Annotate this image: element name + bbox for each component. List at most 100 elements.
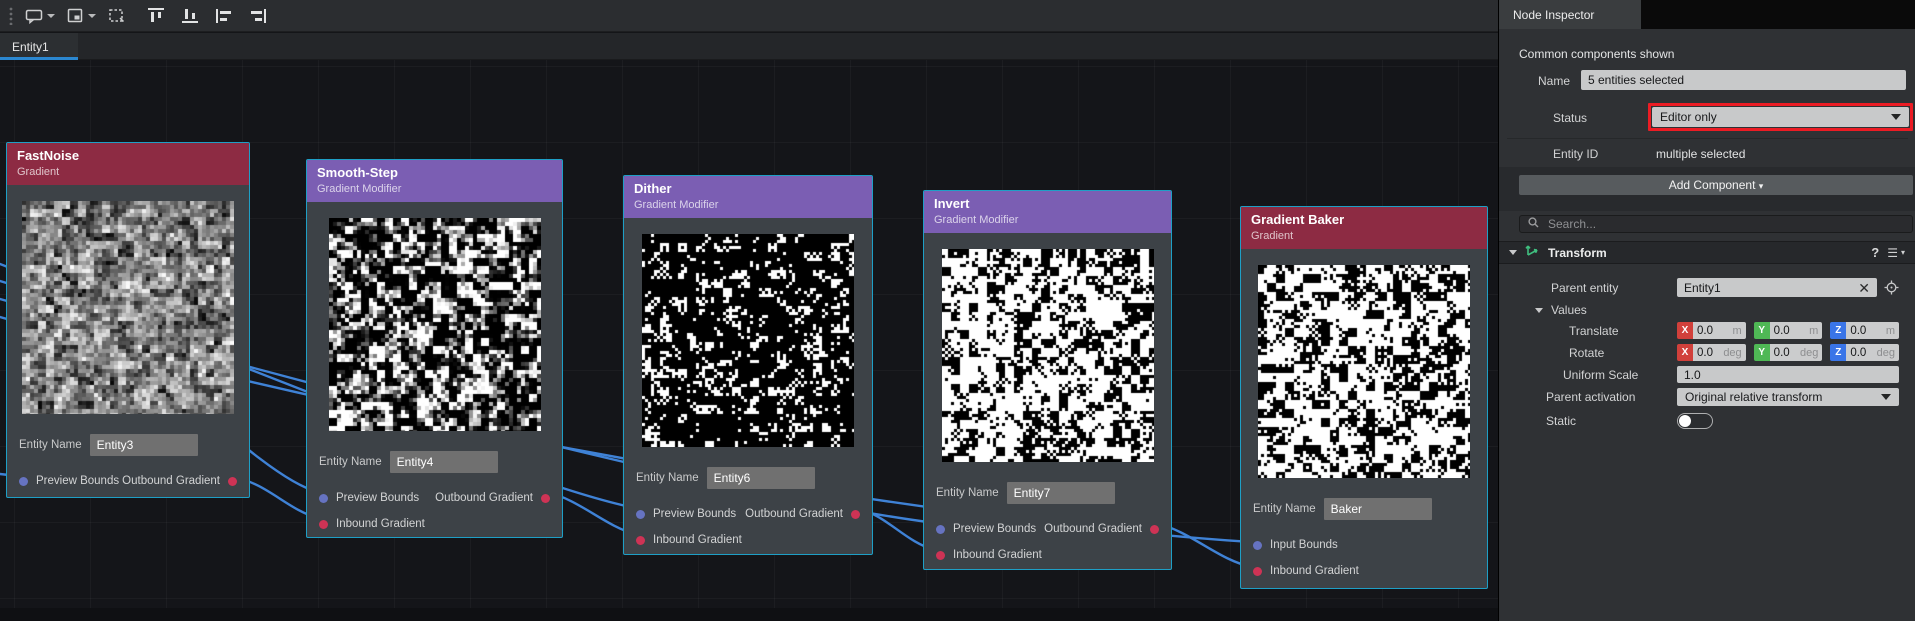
y-axis-badge: Y — [1754, 322, 1770, 339]
pin-outbound-gradient[interactable]: Outbound Gradient — [1044, 523, 1159, 535]
pin-inbound-gradient[interactable]: Inbound Gradient — [319, 518, 425, 530]
entity-name-input[interactable]: Entity7 — [1007, 482, 1115, 504]
translate-z-value[interactable]: 0.0 — [1850, 325, 1866, 337]
component-search[interactable] — [1519, 215, 1913, 233]
node-smooth-step[interactable]: Smooth-Step Gradient Modifier Entity Nam… — [306, 159, 563, 538]
rotate-x-value[interactable]: 0.0 — [1697, 347, 1713, 359]
search-icon — [1528, 215, 1539, 233]
pin-preview-bounds[interactable]: Preview Bounds — [936, 523, 1036, 535]
node-dither[interactable]: Dither Gradient Modifier Entity Name Ent… — [623, 175, 873, 555]
align-left-button[interactable] — [212, 5, 236, 27]
name-label: Name — [1538, 74, 1570, 88]
x-axis-badge: X — [1677, 322, 1693, 339]
pin-inbound-gradient[interactable]: Inbound Gradient — [636, 534, 742, 546]
pin-label: Preview Bounds — [336, 492, 419, 504]
pin-inbound-gradient[interactable]: Inbound Gradient — [1253, 565, 1359, 577]
comment-tool-button[interactable] — [22, 5, 58, 27]
input-pin-dot[interactable] — [636, 536, 645, 545]
pin-outbound-gradient[interactable]: Outbound Gradient — [122, 475, 237, 487]
parent-activation-value: Original relative transform — [1685, 390, 1822, 404]
translate-y-field[interactable]: Y 0.0m — [1754, 322, 1823, 339]
values-caret-icon[interactable] — [1535, 308, 1543, 313]
node-title: Dither — [634, 181, 862, 197]
name-field[interactable]: 5 entities selected — [1581, 70, 1906, 90]
rotate-y-value[interactable]: 0.0 — [1774, 347, 1790, 359]
parent-entity-field[interactable]: Entity1 ✕ — [1677, 278, 1877, 297]
output-pin-dot[interactable] — [228, 477, 237, 486]
transform-header[interactable]: Transform ? ☰▾ — [1499, 241, 1915, 264]
entity-name-label: Entity Name — [636, 472, 699, 484]
align-bottom-icon — [181, 7, 199, 24]
input-pin-dot[interactable] — [636, 510, 645, 519]
rotate-z-field[interactable]: Z 0.0deg — [1830, 344, 1899, 361]
chevron-down-icon: ▾ — [1759, 181, 1764, 191]
pin-outbound-gradient[interactable]: Outbound Gradient — [745, 508, 860, 520]
node-canvas[interactable]: FastNoise Gradient Entity Name Entity3 P… — [0, 60, 1498, 621]
input-pin-dot[interactable] — [936, 525, 945, 534]
entity-name-input[interactable]: Baker — [1324, 498, 1432, 520]
tab-entity1[interactable]: Entity1 — [0, 33, 78, 60]
node-header[interactable]: Smooth-Step Gradient Modifier — [307, 160, 562, 202]
help-icon[interactable]: ? — [1871, 245, 1879, 260]
clear-icon[interactable]: ✕ — [1858, 281, 1870, 295]
toolbar-drag-handle-icon[interactable] — [6, 6, 16, 26]
output-pin-dot[interactable] — [541, 494, 550, 503]
entity-name-input[interactable]: Entity6 — [707, 467, 815, 489]
align-right-button[interactable] — [246, 5, 270, 27]
input-pin-dot[interactable] — [319, 520, 328, 529]
translate-x-field[interactable]: X 0.0m — [1677, 322, 1746, 339]
input-pin-dot[interactable] — [936, 551, 945, 560]
node-title: FastNoise — [17, 148, 239, 164]
entity-name-input[interactable]: Entity4 — [390, 451, 498, 473]
translate-z-field[interactable]: Z 0.0m — [1830, 322, 1899, 339]
pin-preview-bounds[interactable]: Preview Bounds — [636, 508, 736, 520]
pin-inbound-gradient[interactable]: Inbound Gradient — [936, 549, 1042, 561]
pin-preview-bounds[interactable]: Preview Bounds — [19, 475, 119, 487]
component-menu-icon[interactable]: ☰▾ — [1887, 246, 1905, 260]
node-header[interactable]: Gradient Baker Gradient — [1241, 207, 1487, 249]
node-header[interactable]: Invert Gradient Modifier — [924, 191, 1171, 233]
translate-x-value[interactable]: 0.0 — [1697, 325, 1713, 337]
static-toggle[interactable] — [1677, 413, 1713, 429]
pin-preview-bounds[interactable]: Preview Bounds — [319, 492, 419, 504]
add-component-button[interactable]: Add Component ▾ — [1519, 175, 1913, 195]
entity-name-input[interactable]: Entity3 — [90, 434, 198, 456]
translate-y-value[interactable]: 0.0 — [1774, 325, 1790, 337]
node-group-tool-button[interactable] — [64, 5, 99, 27]
collapse-caret-icon[interactable] — [1509, 250, 1517, 255]
tab-node-inspector[interactable]: Node Inspector — [1499, 0, 1641, 29]
search-input[interactable] — [1546, 216, 1904, 232]
pin-label: Inbound Gradient — [336, 518, 425, 530]
pin-outbound-gradient[interactable]: Outbound Gradient — [435, 492, 550, 504]
parent-entity-label: Parent entity — [1551, 281, 1618, 295]
static-label: Static — [1546, 414, 1576, 428]
node-invert[interactable]: Invert Gradient Modifier Entity Name Ent… — [923, 190, 1172, 570]
graph-editor: Entity1 — [0, 0, 1498, 621]
input-pin-dot[interactable] — [319, 494, 328, 503]
output-pin-dot[interactable] — [851, 510, 860, 519]
rotate-z-value[interactable]: 0.0 — [1850, 347, 1866, 359]
edit-selection-tool-button[interactable] — [105, 5, 128, 27]
input-pin-dot[interactable] — [1253, 567, 1262, 576]
rotate-y-field[interactable]: Y 0.0deg — [1754, 344, 1823, 361]
node-fastnoise[interactable]: FastNoise Gradient Entity Name Entity3 P… — [6, 142, 250, 498]
node-title: Smooth-Step — [317, 165, 552, 181]
uniform-scale-field[interactable]: 1.0 — [1677, 366, 1899, 383]
node-subtitle: Gradient Modifier — [934, 214, 1161, 227]
transform-icon — [1525, 243, 1540, 262]
parent-activation-dropdown[interactable]: Original relative transform — [1677, 388, 1899, 406]
rotate-x-field[interactable]: X 0.0deg — [1677, 344, 1746, 361]
node-header[interactable]: Dither Gradient Modifier — [624, 176, 872, 218]
output-pin-dot[interactable] — [1150, 525, 1159, 534]
node-gradient-baker[interactable]: Gradient Baker Gradient Entity Name Bake… — [1240, 206, 1488, 589]
input-pin-dot[interactable] — [19, 477, 28, 486]
align-bottom-button[interactable] — [178, 4, 202, 27]
tab-label: Entity1 — [12, 40, 49, 54]
entity-picker-icon[interactable] — [1884, 280, 1899, 295]
pin-input-bounds[interactable]: Input Bounds — [1253, 539, 1338, 551]
status-dropdown[interactable]: Editor only — [1652, 107, 1909, 127]
input-pin-dot[interactable] — [1253, 541, 1262, 550]
canvas-bottom-strip — [0, 608, 1498, 621]
align-top-button[interactable] — [144, 4, 168, 27]
node-header[interactable]: FastNoise Gradient — [7, 143, 249, 185]
